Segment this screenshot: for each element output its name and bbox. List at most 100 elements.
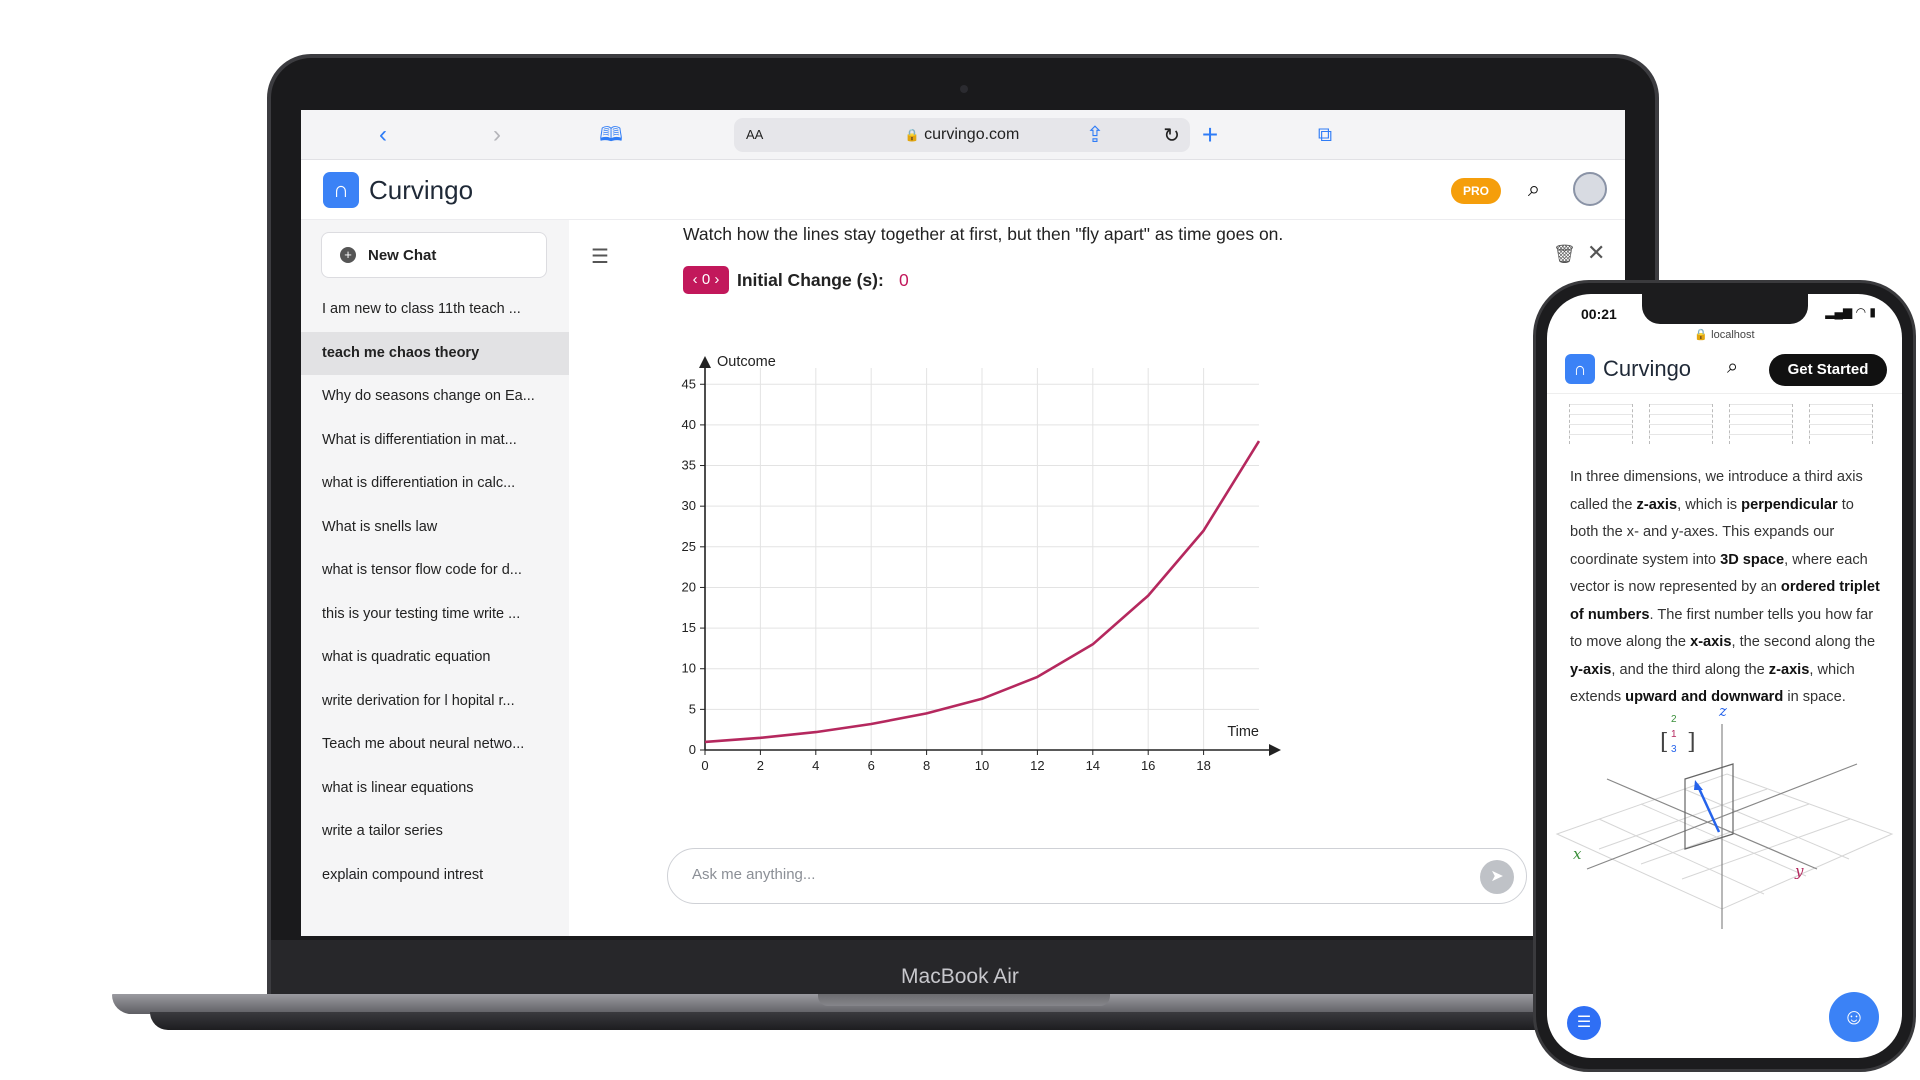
y-tick-label: 15	[682, 620, 696, 635]
y-tick-label: 30	[682, 498, 696, 513]
vector-z-component: 3	[1671, 744, 1677, 755]
x-axis-title: Time	[1227, 724, 1259, 740]
z-axis-label: z	[1718, 704, 1727, 720]
phone-app-name[interactable]: Curvingo	[1603, 356, 1691, 382]
y-tick-label: 5	[689, 701, 696, 716]
y-tick-label: 35	[682, 458, 696, 473]
sidebar-chat-item[interactable]: this is your testing time write ...	[301, 593, 569, 637]
chat-sidebar: + New Chat I am new to class 11th teach …	[301, 220, 569, 936]
share-icon[interactable]: ⇪	[1080, 120, 1110, 150]
y-tick-label: 10	[682, 661, 696, 676]
laptop-camera	[960, 85, 968, 93]
list-icon[interactable]: ☰	[591, 244, 609, 269]
paragraph-text: , and the third along the	[1611, 661, 1769, 678]
emphasis-text: z-axis	[1636, 496, 1678, 513]
emphasis-text: y-axis	[1570, 661, 1612, 678]
phone-screen: 00:21 ▂▄▆ ◠ ▮ 🔒 localhost ∩ Curvingo ⌕ G…	[1547, 294, 1902, 1058]
search-icon[interactable]: ⌕	[1519, 174, 1549, 204]
get-started-button[interactable]: Get Started	[1769, 354, 1887, 386]
sidebar-chat-item[interactable]: what is differentiation in calc...	[301, 462, 569, 506]
phone-url: localhost	[1711, 329, 1755, 341]
sidebar-chat-item[interactable]: What is snells law	[301, 506, 569, 550]
sidebar-chat-item[interactable]: explain compound intrest	[301, 854, 569, 898]
list-icon[interactable]: ☰	[1567, 1006, 1601, 1040]
sidebar-chat-item[interactable]: Teach me about neural netwo...	[301, 723, 569, 767]
send-button[interactable]: ➤	[1480, 860, 1514, 894]
plus-circle-icon: +	[340, 247, 356, 263]
x-tick-label: 10	[975, 758, 989, 773]
trash-icon[interactable]: 🗑	[1553, 244, 1576, 265]
vector-y-component: 1	[1671, 729, 1677, 740]
battery-icon: ▮	[1869, 305, 1876, 319]
graph-thumbnail	[1809, 404, 1873, 444]
y-tick-label: 25	[682, 539, 696, 554]
lock-icon: 🔒	[904, 128, 920, 142]
x-axis-arrow	[1269, 744, 1281, 756]
reload-icon[interactable]: ↻	[1163, 123, 1180, 148]
new-chat-label: New Chat	[368, 247, 437, 264]
svg-text:[: [	[1660, 730, 1669, 755]
sidebar-chat-item[interactable]: teach me chaos theory	[301, 331, 569, 375]
assistant-bot-icon[interactable]: ☺	[1829, 992, 1879, 1042]
vector-x-component: 2	[1671, 714, 1677, 725]
3d-vector-figure: [ ] 2 1 3 z x y	[1555, 704, 1894, 929]
back-icon[interactable]: ‹	[368, 120, 398, 150]
ask-bar: ➤	[667, 848, 1527, 904]
emphasis-text: perpendicular	[1741, 496, 1838, 513]
sidebar-chat-item[interactable]: write a tailor series	[301, 810, 569, 854]
graph-thumbnails	[1569, 404, 1879, 444]
wifi-icon: ◠	[1855, 305, 1867, 319]
address-bar[interactable]: AA 🔒 curvingo.com ↻	[734, 118, 1190, 152]
x-tick-label: 4	[812, 758, 819, 773]
ask-input[interactable]	[692, 866, 1452, 883]
address-url: curvingo.com	[924, 126, 1020, 143]
y-axis-arrow	[699, 356, 711, 368]
curvingo-logo-icon[interactable]: ∩	[323, 172, 359, 208]
y-tick-label: 45	[682, 376, 696, 391]
pro-badge[interactable]: PRO	[1451, 178, 1501, 204]
x-tick-label: 6	[868, 758, 875, 773]
close-icon[interactable]: ✕	[1587, 240, 1605, 266]
emphasis-text: upward and downward	[1625, 689, 1784, 705]
y-tick-label: 20	[682, 579, 696, 594]
paragraph-text: , which is	[1677, 496, 1742, 513]
sidebar-chat-item[interactable]: Why do seasons change on Ea...	[301, 375, 569, 419]
curvingo-logo-icon[interactable]: ∩	[1565, 354, 1595, 384]
app-name[interactable]: Curvingo	[369, 175, 473, 206]
new-tab-icon[interactable]: +	[1195, 120, 1225, 150]
y-tick-label: 0	[689, 742, 696, 757]
sidebar-chat-item[interactable]: I am new to class 11th teach ...	[301, 288, 569, 332]
laptop-base-shadow	[150, 1012, 1770, 1030]
lesson-intro-text: Watch how the lines stay together at fir…	[683, 224, 1284, 244]
param-label: Initial Change (s):	[737, 270, 884, 290]
sidebar-chat-item[interactable]: what is tensor flow code for d...	[301, 549, 569, 593]
graph-thumbnail	[1649, 404, 1713, 444]
param-value: 0	[899, 270, 909, 290]
status-icons: ▂▄▆ ◠ ▮	[1825, 305, 1876, 319]
sidebar-chat-item[interactable]: what is linear equations	[301, 767, 569, 811]
phone-app-header: ∩ Curvingo ⌕ Get Started	[1547, 344, 1902, 394]
x-tick-label: 0	[701, 758, 708, 773]
avatar[interactable]	[1573, 172, 1607, 206]
status-time: 00:21	[1581, 306, 1617, 322]
laptop-screen: ‹ › 🕮 AA 🔒 curvingo.com ↻ ⇪ + ⧉ ∩ Curvin…	[301, 110, 1625, 936]
main-panel: ☰ Watch how the lines stay together at f…	[569, 220, 1625, 936]
lock-icon: 🔒	[1694, 329, 1709, 341]
new-chat-button[interactable]: + New Chat	[321, 232, 547, 278]
x-tick-label: 18	[1196, 758, 1210, 773]
browser-toolbar: ‹ › 🕮 AA 🔒 curvingo.com ↻ ⇪ + ⧉	[301, 110, 1625, 160]
paragraph-text: , the second along the	[1731, 634, 1876, 650]
search-icon[interactable]: ⌕	[1727, 356, 1738, 379]
forward-icon[interactable]: ›	[482, 120, 512, 150]
sidebar-chat-item[interactable]: What is differentiation in mat...	[301, 419, 569, 463]
x-tick-label: 12	[1030, 758, 1044, 773]
paragraph-text: in space.	[1783, 689, 1846, 705]
tabs-overview-icon[interactable]: ⧉	[1310, 120, 1340, 150]
sidebar-chat-item[interactable]: write derivation for l hopital r...	[301, 680, 569, 724]
signal-icon: ▂▄▆	[1825, 305, 1853, 319]
sidebar-chat-item[interactable]: what is quadratic equation	[301, 636, 569, 680]
bookmarks-icon[interactable]: 🕮	[596, 120, 626, 150]
x-tick-label: 16	[1141, 758, 1155, 773]
app-header: ∩ Curvingo PRO ⌕	[301, 160, 1625, 220]
initial-change-stepper[interactable]: ‹ 0 ›	[683, 266, 729, 294]
